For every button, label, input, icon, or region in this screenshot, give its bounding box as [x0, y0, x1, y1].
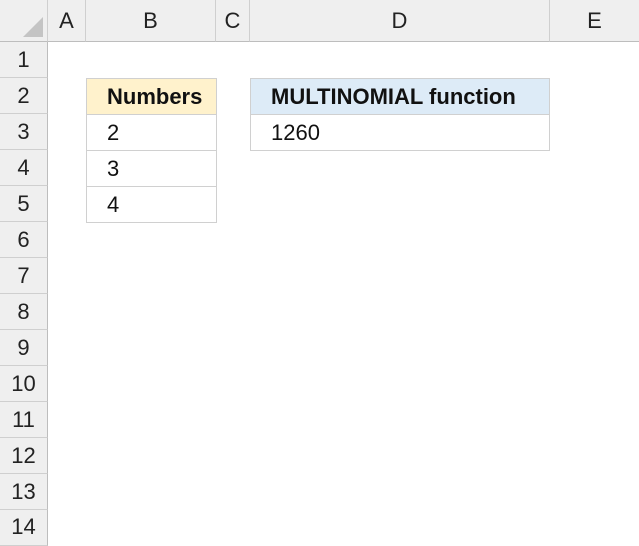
row-header-14[interactable]: 14 [0, 510, 48, 546]
row-header-1[interactable]: 1 [0, 42, 48, 78]
select-all-button[interactable] [0, 0, 48, 42]
spreadsheet: A B C D E 1 2 3 4 5 6 7 8 9 10 11 12 13 … [0, 0, 639, 546]
row-header-12[interactable]: 12 [0, 438, 48, 474]
row-header-2[interactable]: 2 [0, 78, 48, 114]
numbers-cell-b5[interactable]: 4 [86, 186, 217, 223]
column-header-c[interactable]: C [216, 0, 250, 42]
numbers-cell-b4[interactable]: 3 [86, 150, 217, 187]
column-header-d[interactable]: D [250, 0, 550, 42]
row-header-6[interactable]: 6 [0, 222, 48, 258]
row-header-5[interactable]: 5 [0, 186, 48, 222]
multinomial-header-cell[interactable]: MULTINOMIAL function [250, 78, 550, 115]
row-header-8[interactable]: 8 [0, 294, 48, 330]
row-header-9[interactable]: 9 [0, 330, 48, 366]
numbers-header-cell[interactable]: Numbers [86, 78, 217, 115]
row-header-11[interactable]: 11 [0, 402, 48, 438]
row-header-10[interactable]: 10 [0, 366, 48, 402]
multinomial-result-cell-d3[interactable]: 1260 [250, 114, 550, 151]
row-header-3[interactable]: 3 [0, 114, 48, 150]
column-header-b[interactable]: B [86, 0, 216, 42]
row-header-7[interactable]: 7 [0, 258, 48, 294]
column-header-e[interactable]: E [550, 0, 639, 42]
row-header-13[interactable]: 13 [0, 474, 48, 510]
row-header-4[interactable]: 4 [0, 150, 48, 186]
numbers-cell-b3[interactable]: 2 [86, 114, 217, 151]
column-header-a[interactable]: A [48, 0, 86, 42]
select-all-triangle-icon [23, 17, 43, 37]
